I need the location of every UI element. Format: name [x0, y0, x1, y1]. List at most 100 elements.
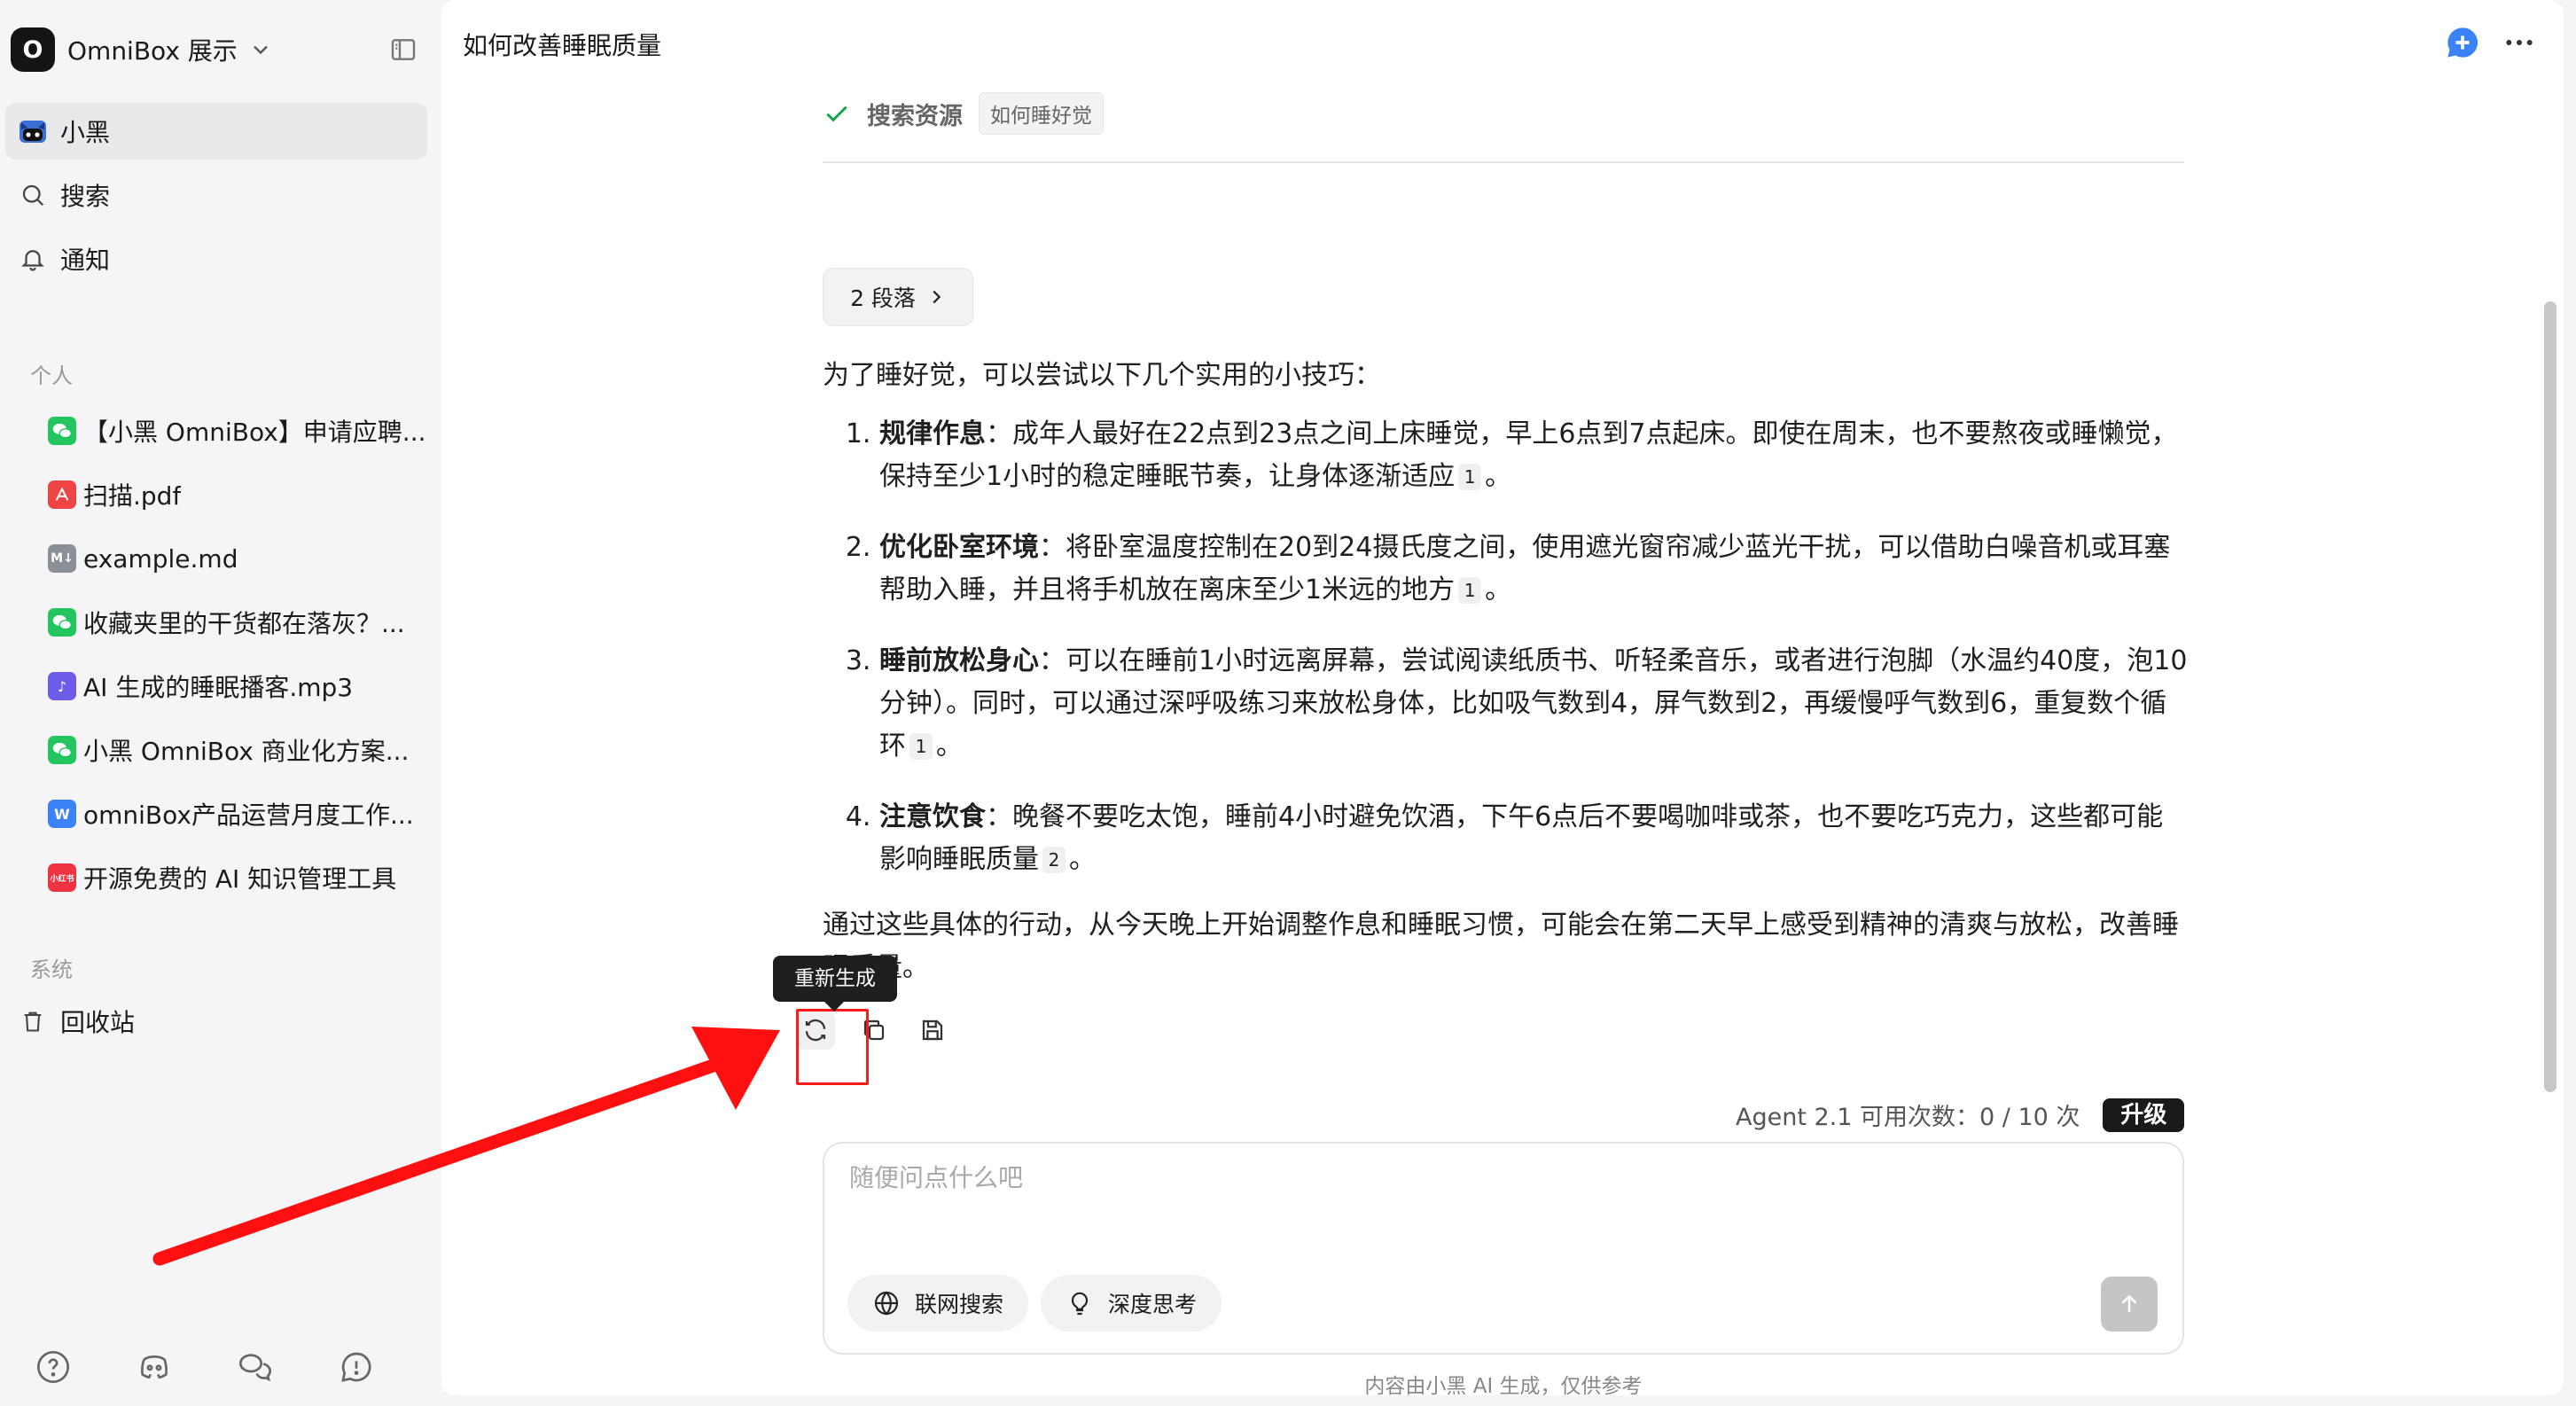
bell-icon — [18, 244, 48, 274]
citation-badge[interactable]: 1 — [1458, 577, 1482, 604]
workspace-avatar: O — [11, 27, 55, 72]
search-sources-row[interactable]: 搜索资源 如何睡好觉 — [823, 92, 1104, 135]
regenerate-tooltip: 重新生成 — [773, 956, 897, 1012]
disclaimer-text: 内容由小黑 AI 生成，仅供参考 — [1364, 1375, 1643, 1398]
sidebar-doc-item[interactable]: 收藏夹里的干货都在落灰？... — [48, 598, 429, 647]
feedback-icon[interactable] — [339, 1349, 374, 1385]
tip-end: 。 — [936, 730, 963, 762]
search-sources-label: 搜索资源 — [867, 102, 963, 130]
message-composer: 联网搜索 深度思考 — [823, 1142, 2184, 1355]
sidebar-doc-item[interactable]: M↓ example.md — [48, 534, 429, 583]
highlight-box — [796, 1009, 869, 1085]
chevron-right-icon — [933, 290, 941, 304]
word-icon: W — [48, 800, 76, 828]
pdf-icon — [48, 480, 76, 509]
doc-label: 扫描.pdf — [83, 481, 182, 511]
sidebar-footer — [35, 1349, 374, 1385]
deep-think-toggle[interactable]: 深度思考 — [1041, 1275, 1222, 1332]
doc-label: 收藏夹里的干货都在落灰？... — [83, 609, 405, 638]
sidebar: O OmniBox 展示 小黑 搜索 通知 个人 【小黑 OmniBox】申请应… — [0, 0, 441, 1406]
list-item: 优化卧室环境：将卧室温度控制在20到24摄氏度之间，使用遮光窗帘减少蓝光干扰，可… — [879, 527, 2188, 612]
tips-list: 规律作息：成年人最好在22点到23点之间上床睡觉，早上6点到7点起床。即使在周末… — [823, 413, 2188, 881]
list-item: 规律作息：成年人最好在22点到23点之间上床睡觉，早上6点到7点起床。即使在周末… — [879, 413, 2188, 498]
tip-end: 。 — [1485, 574, 1512, 605]
tip-text: ：将卧室温度控制在20到24摄氏度之间，使用遮光窗帘减少蓝光干扰，可以借助白噪音… — [879, 532, 2171, 605]
sidebar-item-notifications[interactable]: 通知 — [5, 230, 427, 287]
tip-title: 规律作息 — [879, 418, 986, 449]
sidebar-doc-item[interactable]: 小红书 开源免费的 AI 知识管理工具 — [48, 853, 429, 902]
new-chat-icon[interactable] — [2445, 25, 2480, 60]
app-window: O OmniBox 展示 小黑 搜索 通知 个人 【小黑 OmniBox】申请应… — [0, 0, 2576, 1406]
divider — [823, 161, 2184, 163]
search-icon — [18, 180, 48, 210]
sidebar-toggle-icon[interactable] — [388, 35, 418, 64]
citation-badge[interactable]: 2 — [1042, 847, 1066, 873]
tip-title: 睡前放松身心 — [879, 645, 1039, 676]
sidebar-item-label: 通知 — [60, 246, 111, 275]
citation-badge[interactable]: 1 — [909, 733, 933, 760]
citation-badge[interactable]: 1 — [1458, 464, 1482, 490]
ai-disclaimer: 内容由小黑 AI 生成，仅供参考 — [441, 1369, 2564, 1399]
sidebar-item-label: 搜索 — [60, 182, 111, 211]
tip-end: 。 — [1069, 844, 1096, 875]
list-item: 注意饮食：晚餐不要吃太饱，睡前4小时避免饮酒，下午6点后不要喝咖啡或茶，也不要吃… — [879, 796, 2188, 881]
save-button[interactable] — [913, 1011, 952, 1050]
doc-label: example.md — [83, 543, 238, 574]
help-icon[interactable] — [35, 1349, 71, 1385]
sidebar-doc-item[interactable]: ♪ AI 生成的睡眠播客.mp3 — [48, 661, 429, 711]
save-icon — [922, 1019, 943, 1041]
tip-text: ：可以在睡前1小时远离屏幕，尝试阅读纸质书、听轻柔音乐，或者进行泡脚（水温约40… — [879, 645, 2188, 762]
globe-icon — [874, 1291, 899, 1316]
doc-label: 开源免费的 AI 知识管理工具 — [83, 864, 397, 894]
sidebar-item-xiaohei[interactable]: 小黑 — [5, 103, 427, 160]
quota-text: Agent 2.1 可用次数：0 / 10 次 — [1736, 1104, 2080, 1131]
tip-title: 注意饮食 — [879, 801, 986, 832]
send-button[interactable] — [2101, 1277, 2158, 1332]
tip-title: 优化卧室环境 — [879, 532, 1039, 563]
sidebar-item-label: 小黑 — [60, 118, 111, 147]
trash-icon — [18, 1006, 48, 1036]
doc-label: 【小黑 OmniBox】申请应聘... — [83, 418, 426, 447]
xiaohongshu-icon: 小红书 — [48, 863, 76, 892]
wechat-icon — [48, 736, 76, 764]
deep-think-label: 深度思考 — [1108, 1292, 1198, 1317]
tip-end: 。 — [1485, 461, 1512, 492]
sidebar-doc-item[interactable]: W omniBox产品运营月度工作... — [48, 789, 429, 839]
doc-label: omniBox产品运营月度工作... — [83, 801, 414, 830]
doc-label: AI 生成的睡眠播客.mp3 — [83, 673, 354, 702]
more-options-icon[interactable] — [2502, 25, 2537, 60]
sidebar-item-label: 回收站 — [60, 1008, 136, 1037]
web-search-label: 联网搜索 — [915, 1292, 1004, 1317]
doc-label: 小黑 OmniBox 商业化方案... — [83, 737, 410, 766]
tip-text: ：成年人最好在22点到23点之间上床睡觉，早上6点到7点起床。即使在周末，也不要… — [879, 418, 2178, 492]
answer-intro: 为了睡好觉，可以尝试以下几个实用的小技巧： — [823, 360, 1381, 391]
lightbulb-icon — [1071, 1292, 1089, 1316]
section-label-personal: 个人 — [30, 363, 73, 388]
list-item: 睡前放松身心：可以在睡前1小时远离屏幕，尝试阅读纸质书、听轻柔音乐，或者进行泡脚… — [879, 640, 2188, 768]
answer-closing: 通过这些具体的行动，从今天晚上开始调整作息和睡眠习惯，可能会在第二天早上感受到精… — [823, 910, 2179, 983]
search-query-tag: 如何睡好觉 — [979, 92, 1104, 135]
cat-face-icon — [18, 116, 48, 146]
workspace-switcher[interactable]: O OmniBox 展示 — [11, 27, 273, 73]
web-search-toggle[interactable]: 联网搜索 — [847, 1275, 1029, 1332]
upgrade-button[interactable]: 升级 — [2103, 1097, 2185, 1132]
arrow-up-icon — [2121, 1294, 2137, 1312]
discord-icon[interactable] — [137, 1349, 172, 1385]
wechat-icon — [48, 608, 76, 637]
sidebar-doc-item[interactable]: 扫描.pdf — [48, 470, 429, 519]
scrollbar-thumb[interactable] — [2544, 301, 2556, 1092]
sidebar-doc-item[interactable]: 小黑 OmniBox 商业化方案... — [48, 725, 429, 775]
audio-icon: ♪ — [48, 672, 76, 700]
paragraphs-chip[interactable]: 2 段落 — [823, 268, 973, 326]
sidebar-item-trash[interactable]: 回收站 — [5, 993, 427, 1050]
sidebar-doc-item[interactable]: 【小黑 OmniBox】申请应聘... — [48, 406, 429, 456]
chat-panel: 如何改善睡眠质量 搜索资源 如何睡好觉 2 段落 为了睡好觉，可以尝试以下几个实… — [441, 0, 2564, 1398]
chat-input[interactable] — [849, 1163, 2143, 1192]
chat-bubbles-icon[interactable] — [238, 1349, 273, 1385]
page-title: 如何改善睡眠质量 — [463, 31, 662, 60]
chevron-down-icon — [253, 45, 268, 55]
check-icon — [826, 105, 847, 122]
sidebar-item-search[interactable]: 搜索 — [5, 167, 427, 223]
assistant-answer: 为了睡好觉，可以尝试以下几个实用的小技巧： 规律作息：成年人最好在22点到23点… — [823, 355, 2188, 989]
wechat-icon — [48, 417, 76, 445]
